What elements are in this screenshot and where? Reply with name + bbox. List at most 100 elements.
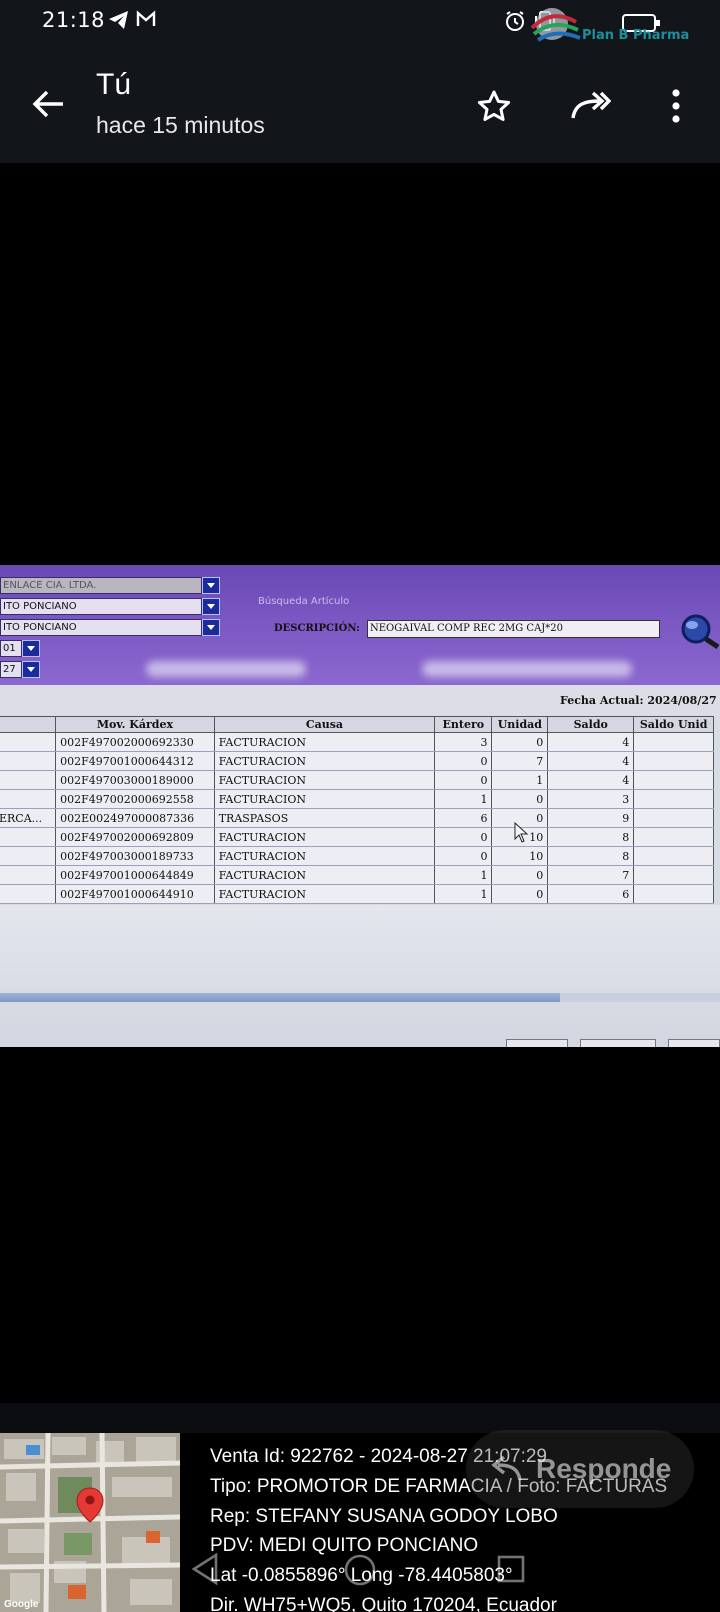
app-bar: Tú hace 15 minutos [0, 44, 720, 163]
table-cell: 3 [434, 732, 493, 752]
table-row: 002F497001000644910 FACTURACION 1 0 6 [0, 884, 714, 904]
table-cell [0, 846, 57, 866]
forward-button[interactable] [568, 84, 612, 128]
description-field: NEOGAIVAL COMP REC 2MG CAJ*20 [367, 620, 660, 638]
branch-combo-2: ITO PONCIANO [0, 619, 202, 636]
back-button[interactable] [28, 84, 68, 124]
column-header: Saldo [547, 716, 635, 733]
table-cell: 002F497003000189000 [55, 770, 215, 790]
table-cell: 1 [434, 789, 493, 809]
attached-photo[interactable]: ENLACE CIA. LTDA. ITO PONCIANO ITO PONCI… [0, 565, 720, 1047]
info-panel-header [0, 1403, 720, 1433]
table-cell: 0 [491, 865, 549, 885]
table-cell: 1 [491, 770, 549, 790]
message-time: hace 15 minutos [96, 112, 265, 138]
more-vert-icon [672, 89, 680, 123]
current-date: Fecha Actual: 2024/08/27 [560, 694, 717, 707]
table-row: 002F497002000692558 FACTURACION 1 0 3 [0, 789, 714, 809]
nav-recents-icon[interactable] [496, 1554, 526, 1584]
table-cell [633, 770, 714, 790]
gmail-icon [136, 10, 156, 26]
app-button [668, 1039, 720, 1047]
nav-home-icon[interactable] [342, 1552, 378, 1588]
table-cell: 4 [547, 751, 635, 771]
table-cell: 002F497002000692558 [55, 789, 215, 809]
status-clock: 21:18 [42, 8, 106, 32]
table-cell [0, 827, 57, 847]
map-attribution: Google [4, 1599, 39, 1610]
screen-glare [146, 661, 306, 677]
screen-glare [422, 661, 632, 677]
table-cell: 7 [547, 865, 635, 885]
company-combo: ENLACE CIA. LTDA. [0, 577, 202, 594]
table-cell: FACTURACION [213, 846, 436, 866]
table-cell: 0 [491, 789, 549, 809]
table-cell [633, 732, 714, 752]
table-cell: 10 [491, 846, 549, 866]
column-header: Saldo Unid [633, 716, 714, 733]
photo-app-footer [0, 905, 720, 1047]
table-cell: ERCA... [0, 808, 57, 828]
table-cell: 8 [547, 846, 635, 866]
table-row: 002F497002000692809 FACTURACION 0 10 8 [0, 827, 714, 847]
table-cell [0, 789, 57, 809]
search-caption: Búsqueda Artículo [258, 596, 350, 607]
table-cell: FACTURACION [213, 770, 436, 790]
table-cell: 9 [547, 808, 635, 828]
telegram-icon [109, 11, 128, 29]
table-row: 002F497003000189000 FACTURACION 0 1 4 [0, 770, 714, 790]
description-label: DESCRIPCIÓN: [274, 623, 360, 634]
chevron-down-icon [22, 661, 40, 678]
table-cell: 6 [434, 808, 493, 828]
table-cell: 002F497001000644849 [55, 865, 215, 885]
table-cell: TRASPASOS [213, 808, 436, 828]
reply-button[interactable]: Responde [466, 1430, 694, 1508]
table-cell: FACTURACION [213, 789, 436, 809]
table-cell: 0 [434, 846, 493, 866]
table-cell: 002E002497000087336 [55, 808, 215, 828]
system-nav-bar [0, 1548, 720, 1596]
star-button[interactable] [472, 84, 516, 128]
map-pin-icon [76, 1487, 104, 1523]
table-cell: 4 [547, 770, 635, 790]
table-cell: FACTURACION [213, 751, 436, 771]
table-row: 002F497001000644849 FACTURACION 1 0 7 [0, 865, 714, 885]
table-cell: 002F497003000189733 [55, 846, 215, 866]
table-row: 002F497003000189733 FACTURACION 0 10 8 [0, 846, 714, 866]
table-cell [0, 865, 57, 885]
mouse-cursor-icon [514, 822, 529, 843]
table-cell: 0 [434, 770, 493, 790]
table-cell [633, 865, 714, 885]
app-button [580, 1039, 656, 1047]
table-cell [0, 770, 57, 790]
column-header: Unidad [491, 716, 549, 733]
column-header: Entero [434, 716, 493, 733]
table-row: ERCA... 002E002497000087336 TRASPASOS 6 0 9 [0, 808, 714, 828]
magnifier-icon [681, 614, 720, 649]
table-cell: 8 [547, 827, 635, 847]
table-cell: 0 [491, 732, 549, 752]
table-cell [0, 732, 57, 752]
table-cell: FACTURACION [213, 827, 436, 847]
day-combo-2: 27 [0, 661, 22, 678]
table-cell: 4 [547, 732, 635, 752]
table-cell [633, 789, 714, 809]
column-header [0, 716, 57, 733]
alarm-icon [506, 11, 524, 31]
back-arrow-icon [32, 90, 63, 118]
table-cell: 1 [434, 865, 493, 885]
table-cell [633, 884, 714, 904]
table-cell [633, 827, 714, 847]
more-options-button[interactable] [654, 84, 698, 128]
table-cell: FACTURACION [213, 884, 436, 904]
chevron-down-icon [22, 640, 40, 657]
app-button [506, 1039, 568, 1047]
table-cell: FACTURACION [213, 865, 436, 885]
nav-back-icon[interactable] [190, 1552, 220, 1586]
table-cell: 0 [491, 884, 549, 904]
table-cell: 3 [547, 789, 635, 809]
reply-icon [491, 1455, 522, 1481]
chevron-down-icon [202, 598, 220, 615]
table-cell: 6 [547, 884, 635, 904]
table-row: 002F497002000692330 FACTURACION 3 0 4 [0, 732, 714, 752]
